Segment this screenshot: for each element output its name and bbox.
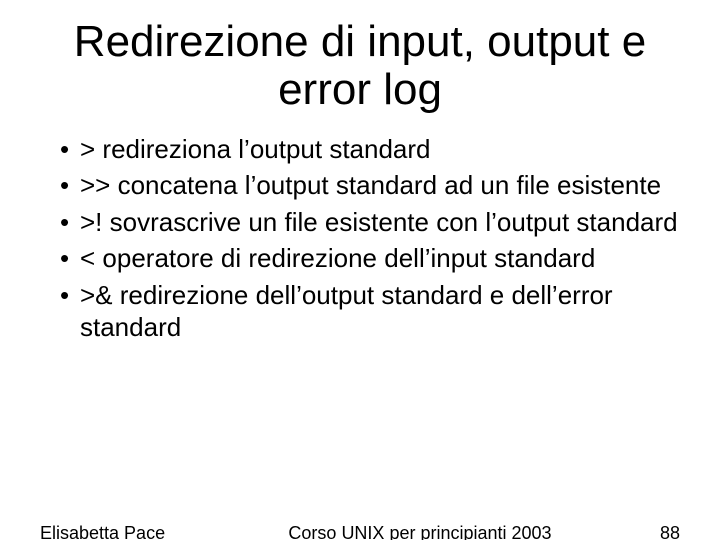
bullet-text: > redireziona l’output standard: [80, 133, 680, 166]
bullet-dot-icon: •: [60, 169, 80, 202]
bullet-text: < operatore di redirezione dell’input st…: [80, 242, 680, 275]
bullet-item: • >> concatena l’output standard ad un f…: [60, 169, 680, 202]
slide: Redirezione di input, output e error log…: [0, 18, 720, 540]
bullet-list: • > redireziona l’output standard • >> c…: [60, 133, 680, 344]
bullet-item: • > redireziona l’output standard: [60, 133, 680, 166]
slide-title: Redirezione di input, output e error log: [40, 18, 680, 115]
bullet-dot-icon: •: [60, 133, 80, 166]
slide-footer: Elisabetta Pace Corso UNIX per principia…: [0, 523, 720, 540]
footer-author: Elisabetta Pace: [40, 523, 220, 540]
bullet-item: • >& redirezione dell’output standard e …: [60, 279, 680, 344]
bullet-text: >! sovrascrive un file esistente con l’o…: [80, 206, 680, 239]
bullet-text: >& redirezione dell’output standard e de…: [80, 279, 680, 344]
bullet-dot-icon: •: [60, 279, 80, 312]
bullet-dot-icon: •: [60, 242, 80, 275]
footer-page-number: 88: [620, 523, 680, 540]
bullet-item: • >! sovrascrive un file esistente con l…: [60, 206, 680, 239]
bullet-item: • < operatore di redirezione dell’input …: [60, 242, 680, 275]
footer-course: Corso UNIX per principianti 2003: [220, 523, 620, 540]
bullet-dot-icon: •: [60, 206, 80, 239]
bullet-text: >> concatena l’output standard ad un fil…: [80, 169, 680, 202]
